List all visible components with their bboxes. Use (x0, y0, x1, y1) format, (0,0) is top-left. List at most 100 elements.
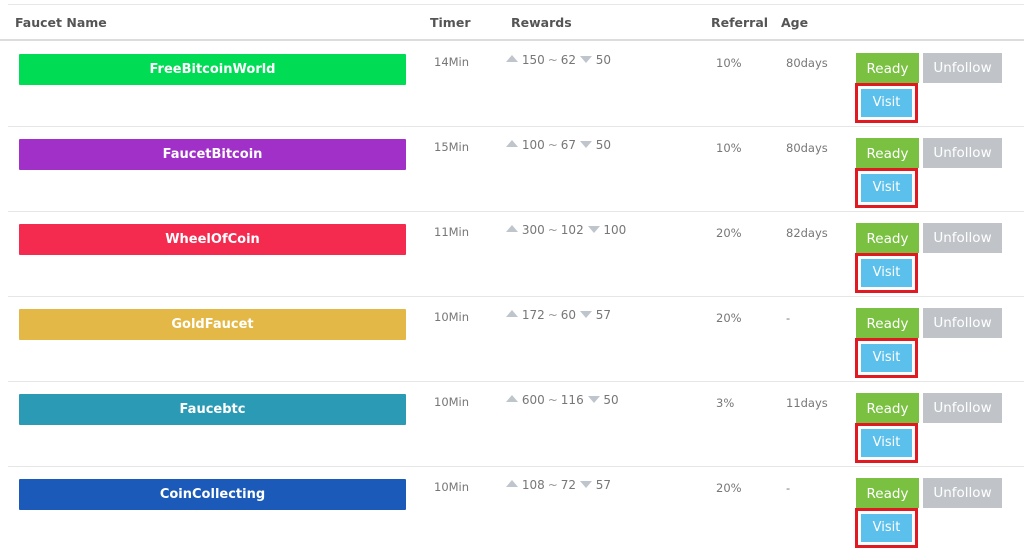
triangle-down-icon (579, 481, 592, 488)
age-value: 82days (786, 226, 828, 240)
faucet-name-button[interactable]: GoldFaucet (19, 309, 406, 340)
reward-low: 50 (595, 138, 612, 152)
referral-value: 20% (716, 226, 742, 240)
faucet-name-button[interactable]: FreeBitcoinWorld (19, 54, 406, 85)
referral-value: 20% (716, 311, 742, 325)
triangle-up-icon (506, 310, 518, 317)
faucet-name-button[interactable]: Faucebtc (19, 394, 406, 425)
visit-button[interactable]: Visit (861, 514, 912, 542)
rewards-value: 172 ~60 57 (506, 308, 611, 322)
timer-value: 14Min (434, 55, 470, 69)
triangle-down-icon (579, 141, 592, 148)
table-row: CoinCollecting 10Min 108 ~72 57 20% - Rea… (8, 467, 1024, 550)
faucet-name-button[interactable]: WheelOfCoin (19, 224, 406, 255)
faucet-table: Faucet Name Timer Rewards Referral Age F… (0, 0, 1024, 550)
reward-tilde: ~ (547, 53, 558, 67)
unfollow-button[interactable]: Unfollow (923, 393, 1002, 423)
age-value: 80days (786, 141, 828, 155)
header-referral: Referral (711, 15, 769, 30)
rewards-value: 150 ~62 50 (506, 53, 611, 67)
triangle-down-icon (579, 56, 592, 63)
timer-value: 10Min (434, 310, 470, 324)
ready-button[interactable]: Ready (856, 53, 919, 83)
timer-value: 15Min (434, 140, 470, 154)
visit-button[interactable]: Visit (861, 429, 912, 457)
triangle-up-icon (506, 55, 518, 62)
reward-tilde: ~ (547, 308, 558, 322)
reward-tilde: ~ (547, 138, 558, 152)
table-row: WheelOfCoin 11Min 300 ~102 100 20% 82days… (8, 212, 1024, 297)
ready-button[interactable]: Ready (856, 308, 919, 338)
age-value: - (786, 481, 791, 495)
reward-tilde: ~ (547, 393, 558, 407)
triangle-up-icon (506, 480, 518, 487)
header-timer: Timer (430, 15, 471, 30)
referral-value: 20% (716, 481, 742, 495)
reward-low: 100 (603, 223, 627, 237)
reward-average: 62 (560, 53, 577, 67)
table-row: FaucetBitcoin 15Min 100 ~67 50 10% 80days… (8, 127, 1024, 212)
visit-highlight-box: Visit (855, 83, 918, 123)
rewards-value: 300 ~102 100 (506, 223, 626, 237)
ready-button[interactable]: Ready (856, 478, 919, 508)
unfollow-button[interactable]: Unfollow (923, 138, 1002, 168)
visit-button[interactable]: Visit (861, 259, 912, 287)
reward-tilde: ~ (547, 478, 558, 492)
ready-button[interactable]: Ready (856, 393, 919, 423)
unfollow-button[interactable]: Unfollow (923, 478, 1002, 508)
reward-low: 50 (603, 393, 619, 407)
triangle-up-icon (506, 225, 518, 232)
referral-value: 10% (716, 56, 742, 70)
timer-value: 10Min (434, 395, 470, 409)
referral-value: 10% (716, 141, 742, 155)
rewards-value: 100 ~67 50 (506, 138, 611, 152)
reward-high: 108 (521, 478, 545, 492)
timer-value: 11Min (434, 225, 470, 239)
reward-high: 600 (521, 393, 545, 407)
faucet-name-button[interactable]: CoinCollecting (19, 479, 406, 510)
visit-highlight-box: Visit (855, 253, 918, 293)
reward-high: 150 (521, 53, 545, 67)
visit-button[interactable]: Visit (861, 174, 912, 202)
reward-average: 60 (560, 308, 577, 322)
visit-button[interactable]: Visit (861, 344, 912, 372)
triangle-down-icon (587, 226, 600, 233)
reward-low: 50 (595, 53, 612, 67)
reward-average: 67 (560, 138, 577, 152)
reward-low: 57 (595, 308, 612, 322)
triangle-up-icon (506, 395, 518, 402)
age-value: 11days (786, 396, 828, 410)
timer-value: 10Min (434, 480, 470, 494)
unfollow-button[interactable]: Unfollow (923, 308, 1002, 338)
ready-button[interactable]: Ready (856, 138, 919, 168)
reward-average: 116 (560, 393, 584, 407)
table-row: FreeBitcoinWorld 14Min 150 ~62 50 10% 80d… (8, 42, 1024, 127)
triangle-down-icon (579, 311, 592, 318)
visit-highlight-box: Visit (855, 423, 918, 463)
triangle-up-icon (506, 140, 518, 147)
reward-average: 72 (560, 478, 577, 492)
reward-high: 100 (521, 138, 545, 152)
referral-value: 3% (716, 396, 735, 410)
rewards-value: 600 ~116 50 (506, 393, 619, 407)
table-row: GoldFaucet 10Min 172 ~60 57 20% - Ready U… (8, 297, 1024, 382)
header-age: Age (781, 15, 809, 30)
reward-tilde: ~ (547, 223, 558, 237)
visit-highlight-box: Visit (855, 338, 918, 378)
header-faucet-name: Faucet Name (15, 15, 107, 30)
unfollow-button[interactable]: Unfollow (923, 53, 1002, 83)
header-rewards: Rewards (511, 15, 572, 30)
unfollow-button[interactable]: Unfollow (923, 223, 1002, 253)
visit-highlight-box: Visit (855, 508, 918, 548)
table-row: Faucebtc 10Min 600 ~116 50 3% 11days Read… (8, 382, 1024, 467)
rewards-value: 108 ~72 57 (506, 478, 611, 492)
reward-low: 57 (595, 478, 612, 492)
visit-button[interactable]: Visit (861, 89, 912, 117)
reward-high: 172 (521, 308, 545, 322)
visit-highlight-box: Visit (855, 168, 918, 208)
triangle-down-icon (587, 396, 600, 403)
ready-button[interactable]: Ready (856, 223, 919, 253)
age-value: 80days (786, 56, 828, 70)
faucet-name-button[interactable]: FaucetBitcoin (19, 139, 406, 170)
age-value: - (786, 311, 791, 325)
